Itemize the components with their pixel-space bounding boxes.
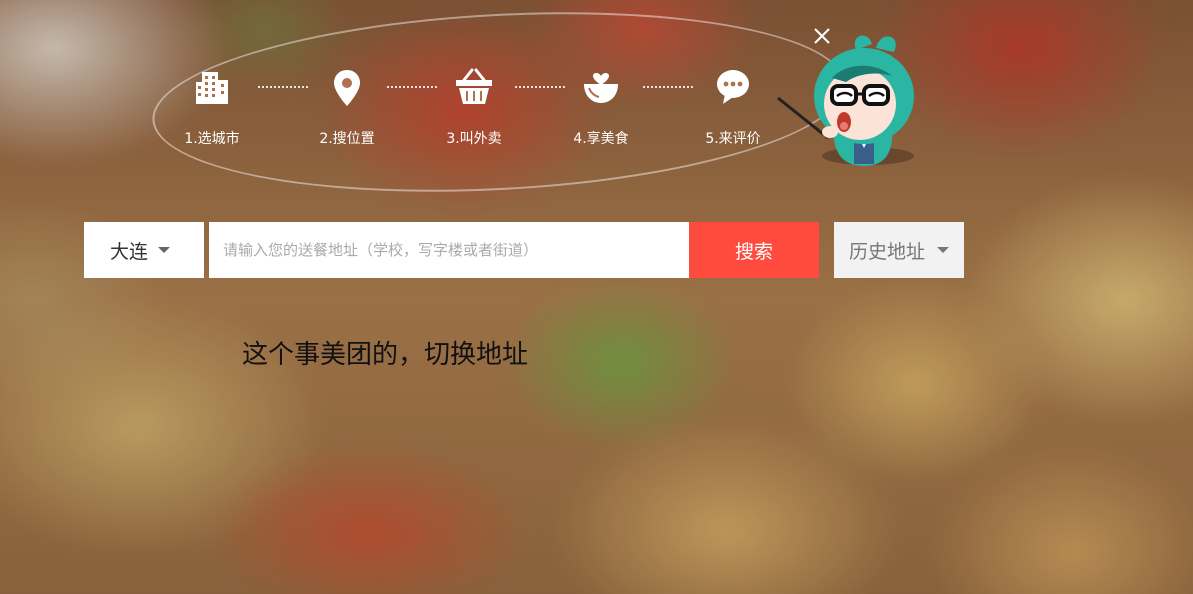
step-label: 2.搜位置 (319, 131, 375, 147)
history-address-dropdown[interactable]: 历史地址 (834, 222, 964, 278)
search-button[interactable]: 搜索 (689, 222, 819, 278)
step-label: 3.叫外卖 (446, 131, 502, 147)
city-name: 大连 (109, 240, 148, 263)
step-label: 1.选城市 (184, 131, 240, 147)
annotation-text: 这个事美团的，切换地址 (242, 340, 529, 370)
step-connector (258, 86, 308, 88)
city-selector[interactable]: 大连 (84, 222, 204, 278)
page-root: 1.选城市 2.搜位置 3.叫外卖 4.享美食 5.来评价 大连 请输入您的送餐… (0, 0, 1193, 594)
building-icon (196, 72, 228, 104)
step-review: 5.来评价 (688, 66, 778, 148)
address-search-input[interactable] (209, 222, 689, 278)
step-label: 4.享美食 (573, 131, 629, 147)
step-enjoy-food: 4.享美食 (556, 66, 646, 148)
chat-bubble-icon (717, 70, 749, 104)
history-address-label: 历史地址 (848, 240, 925, 263)
step-order-delivery: 3.叫外卖 (429, 66, 519, 148)
bowl-icon (584, 73, 618, 103)
step-connector (643, 86, 693, 88)
chevron-down-icon (937, 247, 949, 253)
chevron-down-icon (158, 247, 170, 253)
step-label: 5.来评价 (705, 131, 761, 147)
step-select-city: 1.选城市 (167, 66, 257, 148)
location-pin-icon (334, 70, 360, 106)
basket-icon (456, 68, 492, 104)
mascot-teacher-icon (777, 35, 914, 166)
step-search-location: 2.搜位置 (302, 66, 392, 148)
